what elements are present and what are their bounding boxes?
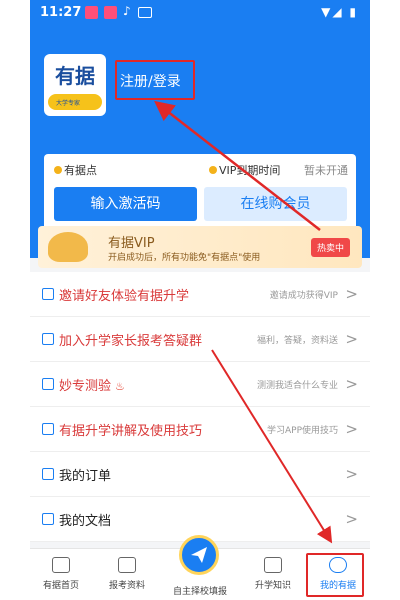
menu-item-hint: 学习APP使用技巧 <box>266 426 338 436</box>
menu-item-join-group[interactable]: 加入升学家长报考答疑群 福利，答疑，资料送 > <box>30 317 370 362</box>
notification-bell-icon: ♪ <box>123 4 131 18</box>
status-bar: 11:27 ♪ ▼◢ ▮ <box>30 0 370 26</box>
chevron-right-icon: > <box>345 465 358 483</box>
quiz-icon <box>42 378 54 390</box>
buy-membership-button[interactable]: 在线购会员 <box>204 187 347 221</box>
menu-item-tips[interactable]: 有据升学讲解及使用技巧 学习APP使用技巧 > <box>30 407 370 452</box>
menu-item-hint: 邀请成功获得VIP <box>269 291 338 301</box>
book-icon <box>42 423 54 435</box>
chevron-right-icon: > <box>345 285 358 303</box>
menu-item-hint: 测测我适合什么专业 <box>256 381 338 391</box>
tab-home[interactable]: 有据首页 <box>30 557 92 591</box>
chevron-right-icon: > <box>345 375 358 393</box>
menu-item-label: 邀请好友体验有据升学 <box>59 289 190 304</box>
vip-promo-banner[interactable]: 有据VIP 开启成功后，所有功能免"有据点"使用 热卖中 <box>38 226 362 268</box>
promo-subtitle: 开启成功后，所有功能免"有据点"使用 <box>108 253 261 263</box>
menu-item-label: 妙专测验 ♨ <box>59 379 125 394</box>
tab-label: 报考资料 <box>108 581 145 591</box>
chevron-right-icon: > <box>345 330 358 348</box>
points-label: 有据点 <box>54 162 97 178</box>
tab-knowledge[interactable]: 升学知识 <box>242 557 304 591</box>
logo-sub-text: 大学专家 <box>56 100 81 107</box>
notification-app-icon <box>85 6 98 19</box>
crown-icon <box>209 166 217 174</box>
gift-icon <box>42 288 54 300</box>
tab-school-select[interactable]: 自主择校填报 <box>169 579 231 597</box>
vip-status: 暂未开通 <box>304 164 348 177</box>
menu-item-invite[interactable]: 邀请好友体验有据升学 邀请成功获得VIP > <box>30 272 370 317</box>
notification-app-icon <box>104 6 117 19</box>
vip-promo-illustration <box>48 232 88 262</box>
menu-item-label: 我的文档 <box>59 514 112 529</box>
home-icon <box>52 557 70 573</box>
tab-label: 升学知识 <box>254 581 291 591</box>
profile-header: 有据 大学专家 注册/登录 有据点 VIP到期时间 暂未开通 输入激活码 在线购… <box>30 26 370 258</box>
menu-item-label: 有据升学讲解及使用技巧 <box>59 424 203 439</box>
activate-code-button[interactable]: 输入激活码 <box>54 187 197 221</box>
status-time: 11:27 <box>40 5 82 20</box>
menu-item-label: 我的订单 <box>59 469 112 484</box>
app-screen: 11:27 ♪ ▼◢ ▮ 有据 大学专家 注册/登录 有据点 VIP到期时间 暂… <box>30 0 370 600</box>
chat-icon <box>42 333 54 345</box>
chevron-right-icon: > <box>345 420 358 438</box>
order-icon <box>42 468 54 480</box>
document-icon <box>42 513 54 525</box>
login-register-link[interactable]: 注册/登录 <box>120 71 181 91</box>
menu-item-orders[interactable]: 我的订单 > <box>30 452 370 497</box>
my-profile-annotation-box <box>306 553 364 597</box>
paper-plane-icon[interactable] <box>179 535 219 575</box>
promo-title: 有据VIP <box>108 236 155 251</box>
vip-expire-label: VIP到期时间 <box>209 162 280 178</box>
coin-icon <box>54 166 62 174</box>
tab-label: 有据首页 <box>42 581 79 591</box>
hot-sale-badge[interactable]: 热卖中 <box>310 238 350 257</box>
app-logo: 有据 大学专家 <box>44 54 106 116</box>
signal-battery-icon: ▼◢ ▮ <box>321 5 358 19</box>
logo-text: 有据 <box>55 64 95 88</box>
bottom-tab-bar: 有据首页 报考资料 自主择校填报 升学知识 我的有据 <box>30 535 370 600</box>
menu-item-hint: 福利，答疑，资料送 <box>256 336 338 346</box>
document-icon <box>118 557 136 573</box>
notification-mail-icon <box>138 7 152 18</box>
graduation-cap-icon <box>264 557 282 573</box>
chevron-right-icon: > <box>345 510 358 528</box>
menu-item-major-test[interactable]: 妙专测验 ♨ 测测我适合什么专业 > <box>30 362 370 407</box>
tab-materials[interactable]: 报考资料 <box>96 557 158 591</box>
menu-item-label: 加入升学家长报考答疑群 <box>59 334 203 349</box>
fire-icon: ♨ <box>115 380 125 393</box>
tab-label: 自主择校填报 <box>172 587 227 597</box>
menu-list: 邀请好友体验有据升学 邀请成功获得VIP > 加入升学家长报考答疑群 福利，答疑… <box>30 272 370 542</box>
